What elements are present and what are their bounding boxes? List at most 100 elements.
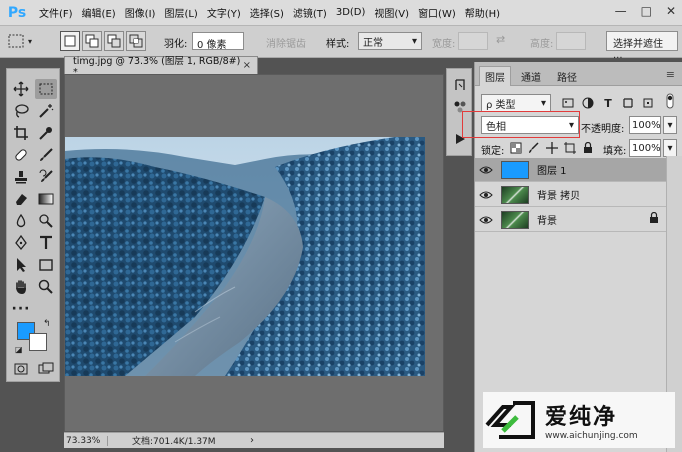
- style-value: 正常: [363, 37, 383, 49]
- opacity-input[interactable]: 100%: [629, 116, 661, 134]
- opacity-label: 不透明度:: [581, 124, 625, 135]
- height-label: 高度:: [530, 39, 554, 50]
- swap-dimensions-icon[interactable]: ⇄: [496, 33, 505, 46]
- layer-row[interactable]: 图层 1: [475, 158, 667, 182]
- crop-tool[interactable]: [10, 123, 32, 143]
- background-color-swatch[interactable]: [29, 333, 47, 351]
- dodge-tool[interactable]: [35, 211, 57, 231]
- healing-brush-tool[interactable]: [10, 145, 32, 165]
- blend-mode-highlight: [462, 111, 580, 138]
- add-selection-button[interactable]: [82, 31, 102, 51]
- history-brush-tool[interactable]: [35, 167, 57, 187]
- lock-pixels-icon[interactable]: [527, 141, 541, 155]
- feather-input[interactable]: 0 像素: [192, 32, 244, 51]
- type-icon: [40, 235, 52, 249]
- filter-toggle-icon[interactable]: [663, 93, 677, 109]
- layer-row[interactable]: 背景 拷贝: [475, 183, 667, 207]
- screen-mode-button[interactable]: [35, 359, 57, 379]
- lock-all-icon[interactable]: [581, 141, 595, 155]
- layer-name: 图层 1: [537, 166, 567, 177]
- menu-filter[interactable]: 滤镜(T): [293, 5, 327, 20]
- subtract-selection-icon: [107, 34, 121, 48]
- close-button[interactable]: ✕: [666, 4, 676, 18]
- default-colors-icon[interactable]: ◪: [15, 345, 23, 354]
- menu-select[interactable]: 选择(S): [250, 5, 284, 20]
- history-brush-icon: [39, 169, 53, 182]
- restore-button[interactable]: □: [641, 4, 652, 18]
- rectangle-tool[interactable]: [35, 255, 57, 275]
- menu-image[interactable]: 图像(I): [125, 5, 156, 20]
- menu-file[interactable]: 文件(F): [39, 5, 73, 20]
- move-tool[interactable]: [10, 79, 32, 99]
- filter-adjustment-icon[interactable]: [581, 96, 595, 110]
- filter-kind-value: ρ 类型: [486, 99, 516, 111]
- tool-preset-picker[interactable]: ▾: [8, 31, 46, 51]
- menu-help[interactable]: 帮助(H): [465, 5, 500, 20]
- chevron-down-icon: ▾: [667, 119, 673, 131]
- tab-channels[interactable]: 通道: [515, 66, 547, 86]
- width-input[interactable]: [458, 32, 488, 50]
- zoom-tool[interactable]: [35, 277, 57, 297]
- watermark-logo-icon: [485, 401, 535, 439]
- visibility-eye-icon[interactable]: [475, 190, 497, 200]
- filter-shape-icon[interactable]: [621, 96, 635, 110]
- eraser-tool[interactable]: [10, 189, 32, 209]
- status-menu-arrow[interactable]: ›: [250, 435, 254, 446]
- document-tab[interactable]: timg.jpg @ 73.3% (图层 1, RGB/8#) * ×: [64, 56, 258, 78]
- more-tools[interactable]: ···: [10, 299, 32, 319]
- swap-colors-icon[interactable]: ↰: [43, 319, 51, 329]
- layer-row[interactable]: 背景: [475, 208, 667, 232]
- menu-edit[interactable]: 编辑(E): [82, 5, 116, 20]
- panel-menu-icon[interactable]: ≡: [666, 68, 675, 81]
- lock-artboard-icon[interactable]: [563, 141, 577, 155]
- lasso-tool[interactable]: [10, 101, 32, 121]
- rectangle-icon: [39, 259, 53, 271]
- filter-pixel-icon[interactable]: [561, 96, 575, 110]
- path-selection-tool[interactable]: [10, 255, 32, 275]
- visibility-eye-icon[interactable]: [475, 165, 497, 175]
- new-selection-button[interactable]: [60, 31, 80, 51]
- magic-wand-tool[interactable]: [35, 101, 57, 121]
- filter-smart-object-icon[interactable]: [641, 96, 655, 110]
- filter-type-icon[interactable]: T: [601, 96, 615, 110]
- blur-tool[interactable]: [10, 211, 32, 231]
- gradient-tool[interactable]: [35, 189, 57, 209]
- layer-filter-select[interactable]: ρ 类型 ▾: [481, 94, 551, 112]
- rectangular-marquee-tool[interactable]: [35, 79, 57, 99]
- clone-stamp-tool[interactable]: [10, 167, 32, 187]
- fill-dropdown[interactable]: ▾: [663, 139, 677, 157]
- zoom-level[interactable]: 73.33%: [64, 435, 108, 446]
- history-panel-icon[interactable]: [452, 77, 468, 93]
- eyedropper-tool[interactable]: [35, 123, 57, 143]
- image-canvas[interactable]: [65, 137, 425, 376]
- chevron-down-icon: ▾: [667, 142, 673, 154]
- menu-type[interactable]: 文字(Y): [207, 5, 241, 20]
- brush-tool[interactable]: [35, 145, 57, 165]
- close-document-icon[interactable]: ×: [243, 60, 251, 71]
- hand-tool[interactable]: [10, 277, 32, 297]
- select-and-mask-button[interactable]: 选择并遮住 ...: [606, 31, 678, 61]
- fill-input[interactable]: 100%: [629, 139, 661, 157]
- type-tool[interactable]: [35, 233, 57, 253]
- height-input[interactable]: [556, 32, 586, 50]
- antialias-label[interactable]: 消除锯齿: [266, 35, 306, 50]
- fill-label: 填充:: [603, 146, 627, 157]
- tools-panel: ··· ↰ ◪: [6, 68, 60, 382]
- tab-layers[interactable]: 图层: [479, 66, 511, 86]
- stamp-icon: [15, 171, 27, 184]
- menu-view[interactable]: 视图(V): [374, 5, 409, 20]
- visibility-eye-icon[interactable]: [475, 215, 497, 225]
- intersect-selection-button[interactable]: [126, 31, 146, 51]
- opacity-dropdown[interactable]: ▾: [663, 116, 677, 134]
- lock-position-icon[interactable]: [545, 141, 559, 155]
- menu-layer[interactable]: 图层(L): [164, 5, 197, 20]
- minimize-button[interactable]: —: [615, 4, 627, 18]
- lock-transparent-icon[interactable]: [509, 141, 523, 155]
- subtract-selection-button[interactable]: [104, 31, 124, 51]
- menu-3d[interactable]: 3D(D): [336, 7, 366, 18]
- pen-tool[interactable]: [10, 233, 32, 253]
- menu-window[interactable]: 窗口(W): [418, 5, 456, 20]
- tab-paths[interactable]: 路径: [551, 66, 583, 86]
- style-select[interactable]: 正常 ▾: [358, 32, 422, 50]
- quick-mask-button[interactable]: [10, 359, 32, 379]
